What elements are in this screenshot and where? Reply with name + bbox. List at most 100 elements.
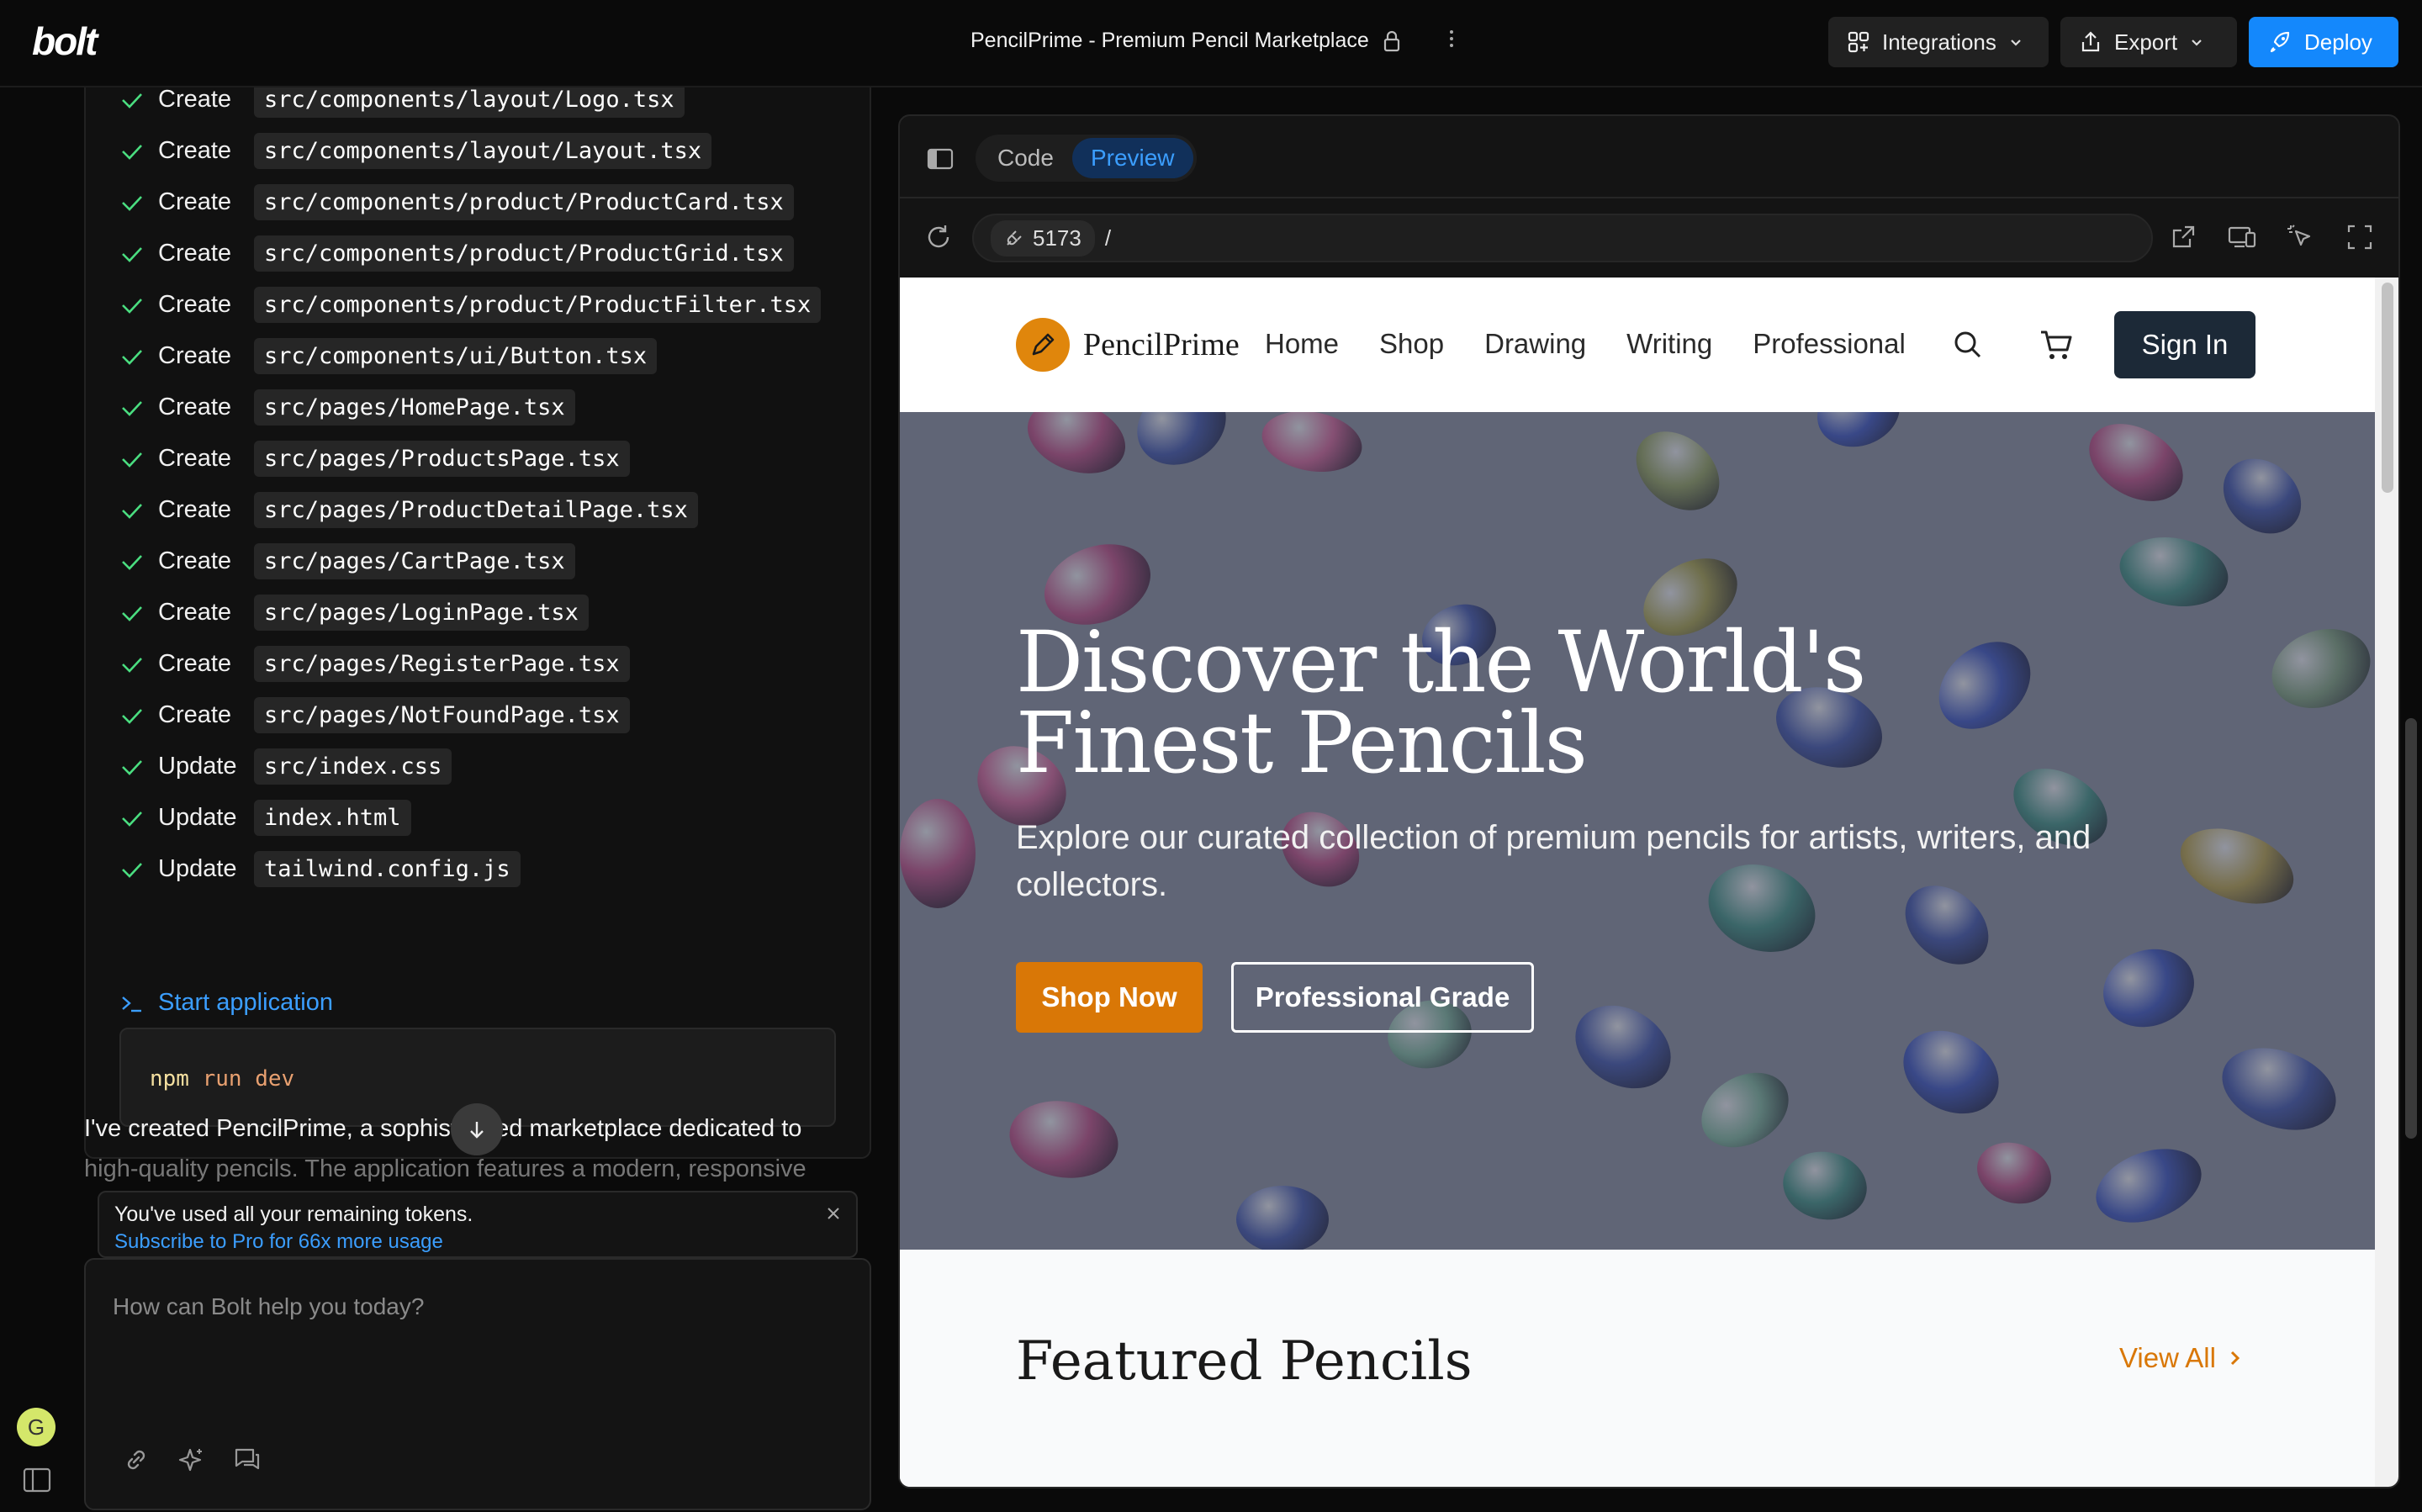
export-button[interactable]: Export	[2060, 17, 2237, 67]
nav-professional[interactable]: Professional	[1753, 328, 1906, 360]
workbench-header: Code Preview	[900, 116, 2398, 198]
start-application-label: Start application	[158, 989, 333, 1016]
sign-in-button[interactable]: Sign In	[2114, 311, 2255, 378]
action-row: Update index.html	[118, 792, 821, 843]
external-link-icon[interactable]	[2168, 222, 2198, 252]
action-row: Create src/components/product/ProductFilt…	[118, 279, 822, 330]
deploy-label: Deploy	[2304, 29, 2372, 55]
project-title-text: PencilPrime - Premium Pencil Marketplace	[970, 29, 1369, 52]
chevron-down-icon	[2011, 40, 2021, 46]
professional-grade-button[interactable]: Professional Grade	[1231, 962, 1534, 1033]
action-row: Create src/pages/LoginPage.tsx	[118, 587, 821, 638]
preview-tools	[2168, 222, 2375, 252]
element-inspector-icon[interactable]	[2286, 222, 2316, 252]
port-number: 5173	[1033, 225, 1081, 251]
action-file-path[interactable]: src/pages/HomePage.tsx	[254, 389, 575, 426]
check-icon	[122, 349, 142, 365]
site-header: PencilPrime Home Shop Drawing Writing Pr…	[900, 278, 2375, 412]
nav-writing[interactable]: Writing	[1626, 328, 1712, 360]
preview-frame: PencilPrime Home Shop Drawing Writing Pr…	[900, 278, 2375, 1487]
tab-code[interactable]: Code	[979, 138, 1072, 178]
chat-placeholder: How can Bolt help you today?	[113, 1293, 425, 1319]
project-title[interactable]: PencilPrime - Premium Pencil Marketplace	[970, 29, 1401, 53]
action-verb: Create	[158, 701, 232, 728]
sidebar-toggle-icon[interactable]	[22, 1467, 52, 1493]
preview-scrollbar[interactable]	[2375, 278, 2398, 1487]
action-file-path[interactable]: src/components/product/ProductCard.tsx	[254, 184, 794, 220]
shop-now-button[interactable]: Shop Now	[1016, 962, 1203, 1033]
check-icon	[122, 605, 142, 621]
action-row: Update src/index.css	[118, 741, 821, 792]
action-row: Create src/pages/HomePage.tsx	[118, 382, 821, 433]
arrow-down-icon	[470, 1122, 484, 1139]
discuss-icon[interactable]	[232, 1445, 262, 1475]
action-verb: Create	[158, 87, 232, 113]
action-file-path[interactable]: src/pages/ProductDetailPage.tsx	[254, 492, 698, 528]
chevron-right-icon	[2230, 1351, 2240, 1366]
site-name[interactable]: PencilPrime	[1083, 326, 1240, 363]
check-icon	[122, 657, 142, 673]
action-row: Create src/pages/ProductDetailPage.tsx	[118, 484, 821, 536]
action-verb: Update	[158, 855, 237, 882]
action-verb: Create	[158, 342, 232, 369]
port-selector[interactable]: 5173	[991, 219, 1095, 256]
nav-drawing[interactable]: Drawing	[1484, 328, 1586, 360]
cart-icon[interactable]	[2039, 328, 2074, 362]
panel-toggle-icon[interactable]	[927, 148, 954, 170]
action-file-path[interactable]: src/pages/NotFoundPage.tsx	[254, 697, 630, 733]
subscribe-pro-link[interactable]: Subscribe to Pro for 66x more usage	[114, 1230, 841, 1254]
close-icon[interactable]	[824, 1204, 843, 1223]
reload-icon[interactable]	[923, 222, 954, 252]
deploy-button[interactable]: Deploy	[2249, 17, 2398, 67]
action-row: Create src/pages/NotFoundPage.tsx	[118, 690, 821, 741]
view-all-label: View All	[2119, 1342, 2216, 1373]
action-file-path[interactable]: src/components/product/ProductFilter.tsx	[254, 287, 822, 323]
action-file-path[interactable]: src/pages/LoginPage.tsx	[254, 595, 589, 631]
action-file-path[interactable]: src/pages/ProductsPage.tsx	[254, 441, 630, 477]
link-icon[interactable]	[121, 1445, 151, 1475]
action-row: Create src/components/layout/Layout.tsx	[118, 125, 821, 177]
site-nav-links: Home Shop Drawing Writing Professional	[1265, 328, 1906, 360]
action-file-path[interactable]: index.html	[254, 800, 411, 836]
search-icon[interactable]	[1951, 328, 1985, 362]
start-application-row[interactable]: Start application	[118, 977, 333, 1028]
nav-shop[interactable]: Shop	[1379, 328, 1444, 360]
action-file-path[interactable]: src/index.css	[254, 748, 452, 785]
action-file-path[interactable]: tailwind.config.js	[254, 851, 521, 887]
url-input[interactable]: 5173 /	[972, 214, 2153, 262]
fullscreen-icon[interactable]	[2345, 222, 2375, 252]
action-file-path[interactable]: src/components/layout/Layout.tsx	[254, 133, 712, 169]
action-verb: Create	[158, 240, 232, 267]
tab-preview[interactable]: Preview	[1071, 138, 1193, 178]
action-row: Create src/pages/RegisterPage.tsx	[118, 638, 821, 690]
terminal-args: run dev	[202, 1066, 295, 1092]
share-icon	[2081, 31, 2100, 52]
action-verb: Create	[158, 650, 232, 677]
device-toggle-icon[interactable]	[2227, 222, 2257, 252]
action-file-path[interactable]: src/pages/RegisterPage.tsx	[254, 646, 630, 682]
check-icon	[122, 93, 142, 108]
avatar[interactable]: G	[17, 1408, 56, 1446]
view-all-link[interactable]: View All	[2119, 1342, 2243, 1374]
sparkle-icon[interactable]	[177, 1445, 207, 1475]
more-options-icon[interactable]	[1443, 27, 1460, 57]
check-icon	[122, 503, 142, 519]
action-list: Create src/components/layout/Logo.tsx Crea…	[118, 87, 822, 895]
check-icon	[122, 708, 142, 724]
integrations-button[interactable]: Integrations	[1828, 17, 2049, 67]
chat-input[interactable]: How can Bolt help you today?	[84, 1258, 871, 1510]
action-file-path[interactable]: src/components/layout/Logo.tsx	[254, 87, 685, 118]
nav-home[interactable]: Home	[1265, 328, 1339, 360]
action-file-path[interactable]: src/components/ui/Button.tsx	[254, 338, 658, 374]
hero-subtitle: Explore our curated collection of premiu…	[1016, 819, 2091, 903]
site-logo[interactable]	[1016, 318, 1070, 372]
action-row: Create src/components/layout/Logo.tsx	[118, 87, 821, 125]
pencil-icon	[1032, 333, 1055, 356]
action-file-path[interactable]: src/components/product/ProductGrid.tsx	[254, 235, 794, 272]
scroll-to-bottom-button[interactable]	[451, 1103, 503, 1155]
page-scrollbar[interactable]	[2402, 87, 2422, 1512]
bolt-logo[interactable]: bolt	[32, 19, 98, 64]
action-verb: Update	[158, 753, 237, 780]
action-verb: Create	[158, 445, 232, 472]
action-file-path[interactable]: src/pages/CartPage.tsx	[254, 543, 575, 579]
